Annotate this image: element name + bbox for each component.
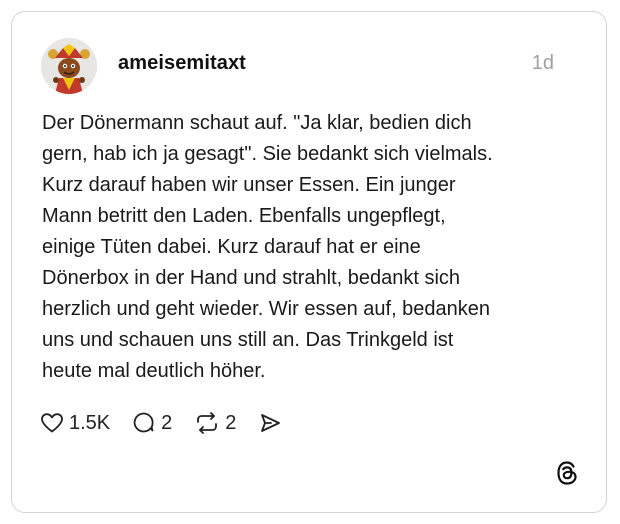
username[interactable]: ameisemitaxt (118, 52, 246, 75)
repost-button[interactable]: 2 (194, 411, 236, 435)
avatar-image (41, 38, 97, 94)
threads-logo-icon[interactable] (554, 460, 580, 486)
comment-button[interactable]: 2 (132, 411, 172, 435)
comment-bubble-icon (132, 411, 156, 435)
comment-count: 2 (161, 411, 173, 434)
post-card: ameisemitaxt 1d Der Dönermann schaut auf… (11, 11, 607, 513)
repost-count: 2 (225, 411, 237, 434)
repost-icon (194, 411, 220, 435)
like-button[interactable]: 1.5K (40, 411, 110, 435)
like-count: 1.5K (69, 411, 111, 434)
avatar[interactable] (41, 38, 97, 94)
heart-icon (40, 411, 64, 435)
timestamp: 1d (531, 52, 554, 74)
share-button[interactable] (258, 411, 282, 435)
post-text: Der Dönermann schaut auf. "Ja klar, bedi… (42, 112, 493, 382)
send-icon (258, 411, 282, 435)
action-bar: 1.5K 2 2 (40, 410, 304, 436)
